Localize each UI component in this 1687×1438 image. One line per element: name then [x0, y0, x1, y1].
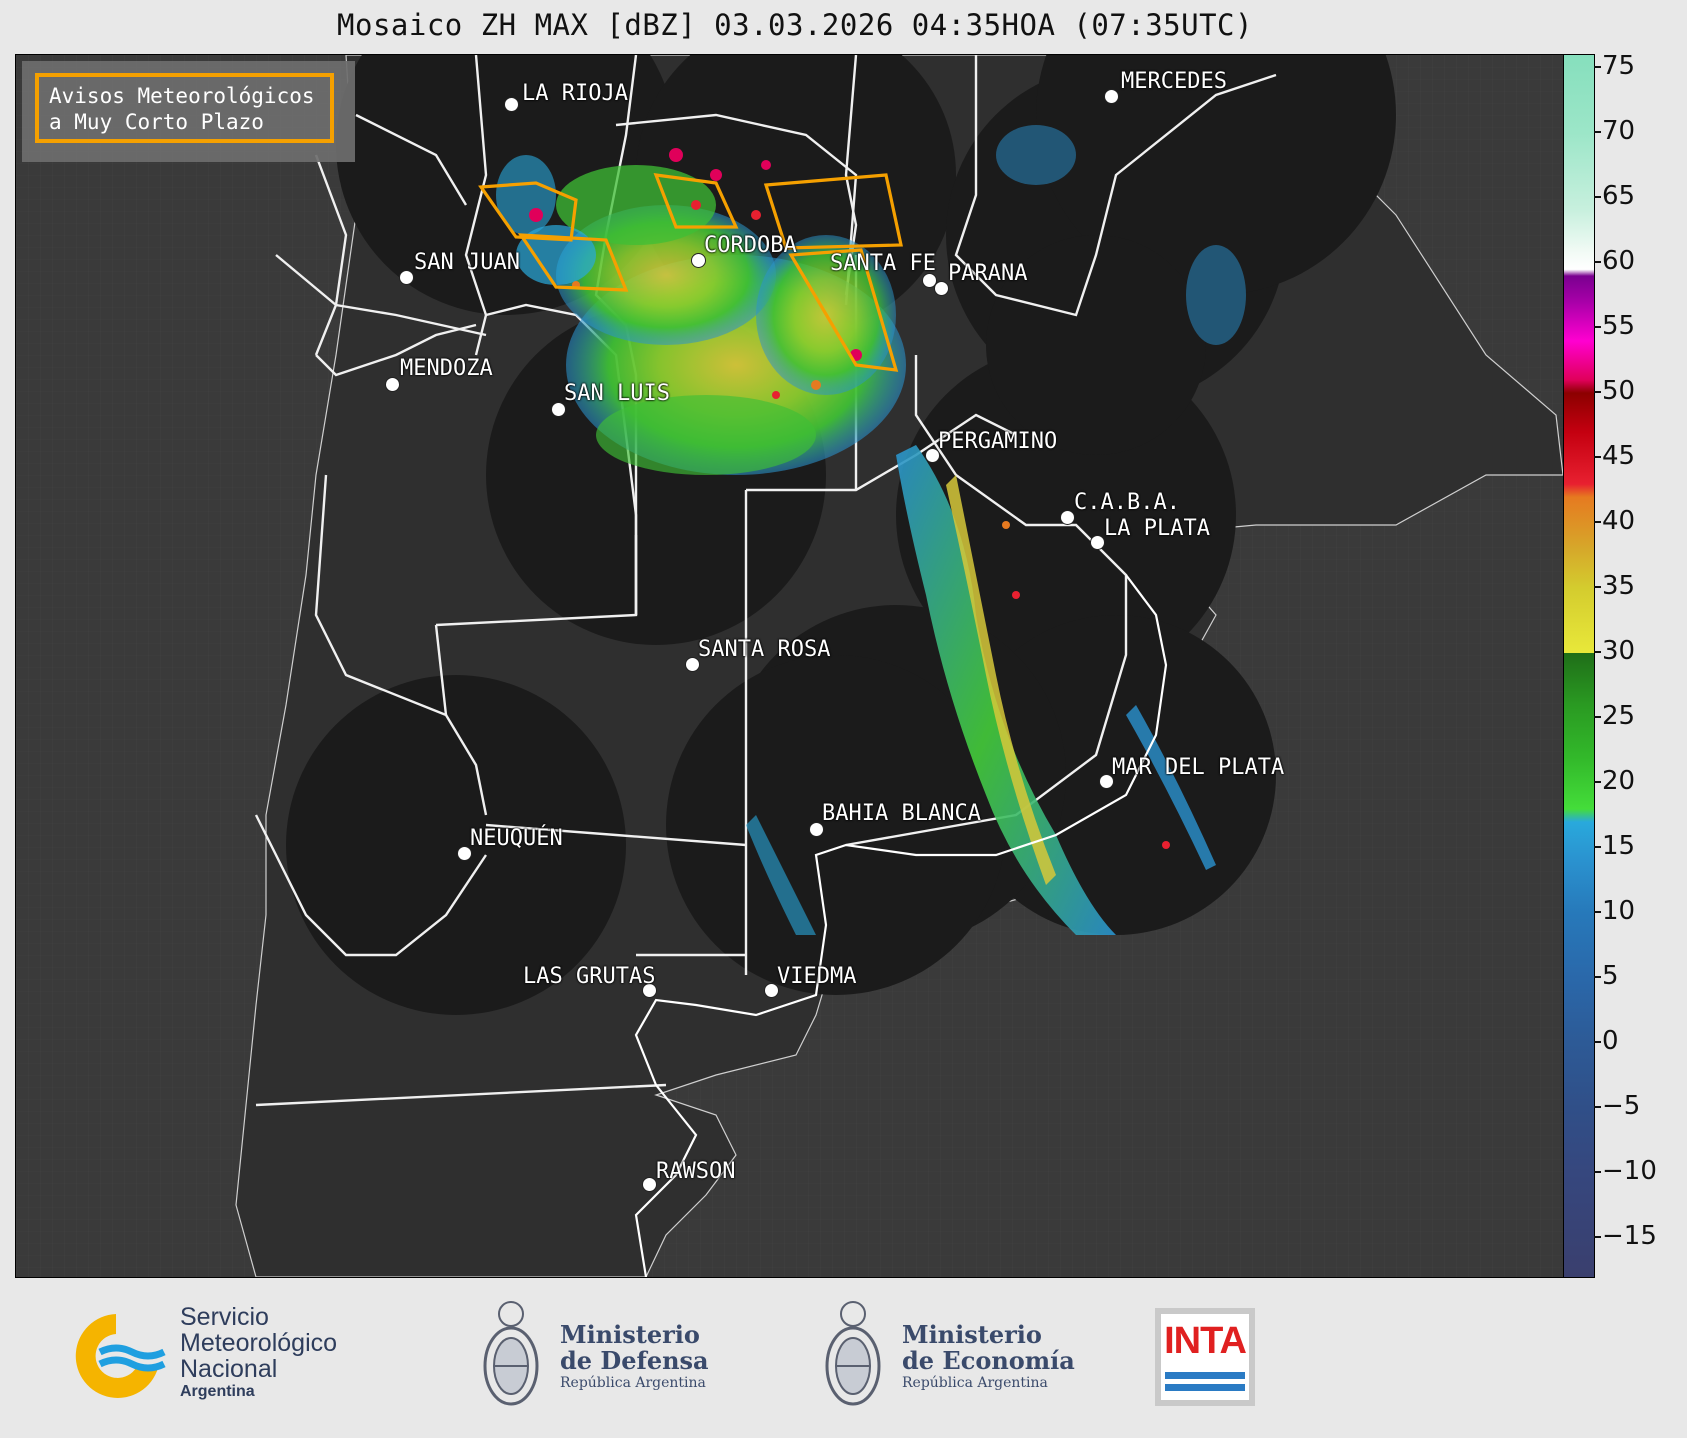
colorbar-tick-mark: [1594, 196, 1601, 198]
colorbar-tick-label: 10: [1602, 896, 1636, 926]
colorbar-tick-label: 55: [1602, 311, 1636, 341]
economia-coat-of-arms-icon: [825, 1301, 881, 1406]
city-viedma: VIEDMA: [777, 964, 857, 989]
colorbar-tick-mark: [1594, 911, 1601, 913]
defensa-coat-of-arms-icon: [483, 1301, 539, 1406]
colorbar-tick-label: 70: [1602, 116, 1636, 146]
city-la-rioja: LA RIOJA: [522, 81, 628, 106]
city-mercedes: MERCEDES: [1121, 69, 1227, 94]
avisos-legend: Avisos Meteorológicos a Muy Corto Plazo: [22, 61, 355, 162]
footer-logos: Servicio Meteorológico Nacional Argentin…: [0, 1278, 1687, 1438]
economia-line-3: República Argentina: [902, 1375, 1048, 1391]
city-dot-rawson: [642, 1177, 657, 1192]
smn-line-3: Nacional: [180, 1355, 278, 1383]
colorbar-tick-label: 60: [1602, 246, 1636, 276]
smn-logo-icon: [75, 1314, 166, 1398]
smn-line-2: Meteorológico: [180, 1329, 338, 1357]
colorbar-tick-label: 65: [1602, 181, 1636, 211]
city-santa-fe: SANTA FE: [830, 251, 936, 276]
colorbar-tick-mark: [1594, 846, 1601, 848]
colorbar-tick-mark: [1594, 781, 1601, 783]
city-dot-la-rioja: [504, 97, 519, 112]
colorbar: [1563, 54, 1595, 1278]
colorbar-tick-label: 0: [1602, 1026, 1619, 1056]
city-santa-rosa: SANTA ROSA: [698, 637, 831, 662]
defensa-logo-text: Ministerio de Defensa República Argentin…: [560, 1322, 709, 1392]
colorbar-tick-label: 35: [1602, 571, 1636, 601]
radar-map[interactable]: LA RIOJA MERCEDES SAN JUAN CORDOBA SANTA…: [15, 54, 1564, 1278]
colorbar-tick-label: 50: [1602, 376, 1636, 406]
economia-line-2: de Economía: [902, 1346, 1075, 1375]
colorbar-tick-label: 25: [1602, 701, 1636, 731]
city-pergamino: PERGAMINO: [938, 429, 1058, 454]
colorbar-tick-label: 15: [1602, 831, 1636, 861]
colorbar-tick-label: −10: [1602, 1156, 1657, 1186]
avisos-line-2: a Muy Corto Plazo: [49, 110, 264, 134]
economia-logo-text: Ministerio de Economía República Argenti…: [902, 1322, 1075, 1392]
colorbar-tick-mark: [1594, 716, 1601, 718]
city-dot-mendoza: [385, 377, 400, 392]
colorbar-tick-label: 75: [1602, 51, 1636, 81]
defensa-line-2: de Defensa: [560, 1346, 709, 1375]
city-san-juan: SAN JUAN: [414, 250, 520, 275]
colorbar-tick-mark: [1594, 131, 1601, 133]
colorbar-tick-mark: [1594, 326, 1601, 328]
avisos-legend-frame: Avisos Meteorológicos a Muy Corto Plazo: [35, 73, 334, 143]
colorbar-tick-mark: [1594, 976, 1601, 978]
map-title: Mosaico ZH MAX [dBZ] 03.03.2026 04:35HOA…: [337, 8, 1253, 42]
city-rawson: RAWSON: [656, 1159, 736, 1184]
city-mar-del-plata: MAR DEL PLATA: [1112, 755, 1285, 780]
city-caba: C.A.B.A.: [1074, 490, 1180, 515]
colorbar-tick-mark: [1594, 1236, 1601, 1238]
city-las-grutas: LAS GRUTAS: [523, 964, 656, 989]
city-dot-caba: [1060, 510, 1075, 525]
city-cordoba: CORDOBA: [704, 233, 797, 258]
smn-line-1: Servicio: [180, 1303, 269, 1331]
colorbar-tick-mark: [1594, 391, 1601, 393]
colorbar-tick-mark: [1594, 586, 1601, 588]
colorbar-tick-label: −5: [1602, 1091, 1641, 1121]
inta-logo-frame: INTA: [1161, 1314, 1249, 1400]
inta-logo: INTA: [1155, 1308, 1255, 1406]
city-dot-san-juan: [399, 270, 414, 285]
colorbar-tick-label: 40: [1602, 506, 1636, 536]
avisos-line-1: Avisos Meteorológicos: [49, 84, 315, 108]
inta-stripe-2: [1165, 1384, 1245, 1391]
city-dot-la-plata: [1090, 535, 1105, 550]
smn-logo-text: Servicio Meteorológico Nacional Argentin…: [180, 1304, 337, 1402]
city-parana: PARANA: [948, 261, 1028, 286]
colorbar-tick-mark: [1594, 521, 1601, 523]
defensa-line-3: República Argentina: [560, 1375, 706, 1391]
city-neuquen: NEUQUÉN: [470, 826, 563, 851]
city-dot-parana: [934, 281, 949, 296]
colorbar-tick-label: 5: [1602, 961, 1619, 991]
colorbar-tick-mark: [1594, 456, 1601, 458]
colorbar-tick-mark: [1594, 261, 1601, 263]
colorbar-tick-mark: [1594, 66, 1601, 68]
economia-line-1: Ministerio: [902, 1320, 1042, 1349]
city-la-plata: LA PLATA: [1104, 516, 1210, 541]
inta-stripe-1: [1165, 1372, 1245, 1379]
colorbar-tick-label: 45: [1602, 441, 1636, 471]
colorbar-tick-label: −15: [1602, 1221, 1657, 1251]
smn-line-4: Argentina: [180, 1383, 255, 1400]
inta-logo-label: INTA: [1164, 1320, 1247, 1362]
city-dot-mercedes: [1104, 89, 1119, 104]
colorbar-tick-mark: [1594, 651, 1601, 653]
city-mendoza: MENDOZA: [400, 356, 493, 381]
city-san-luis: SAN LUIS: [564, 381, 670, 406]
colorbar-tick-mark: [1594, 1106, 1601, 1108]
colorbar-tick-label: 20: [1602, 766, 1636, 796]
city-bahia-blanca: BAHIA BLANCA: [822, 801, 981, 826]
colorbar-tick-label: 30: [1602, 636, 1636, 666]
defensa-line-1: Ministerio: [560, 1320, 700, 1349]
colorbar-tick-mark: [1594, 1171, 1601, 1173]
colorbar-tick-mark: [1594, 1041, 1601, 1043]
